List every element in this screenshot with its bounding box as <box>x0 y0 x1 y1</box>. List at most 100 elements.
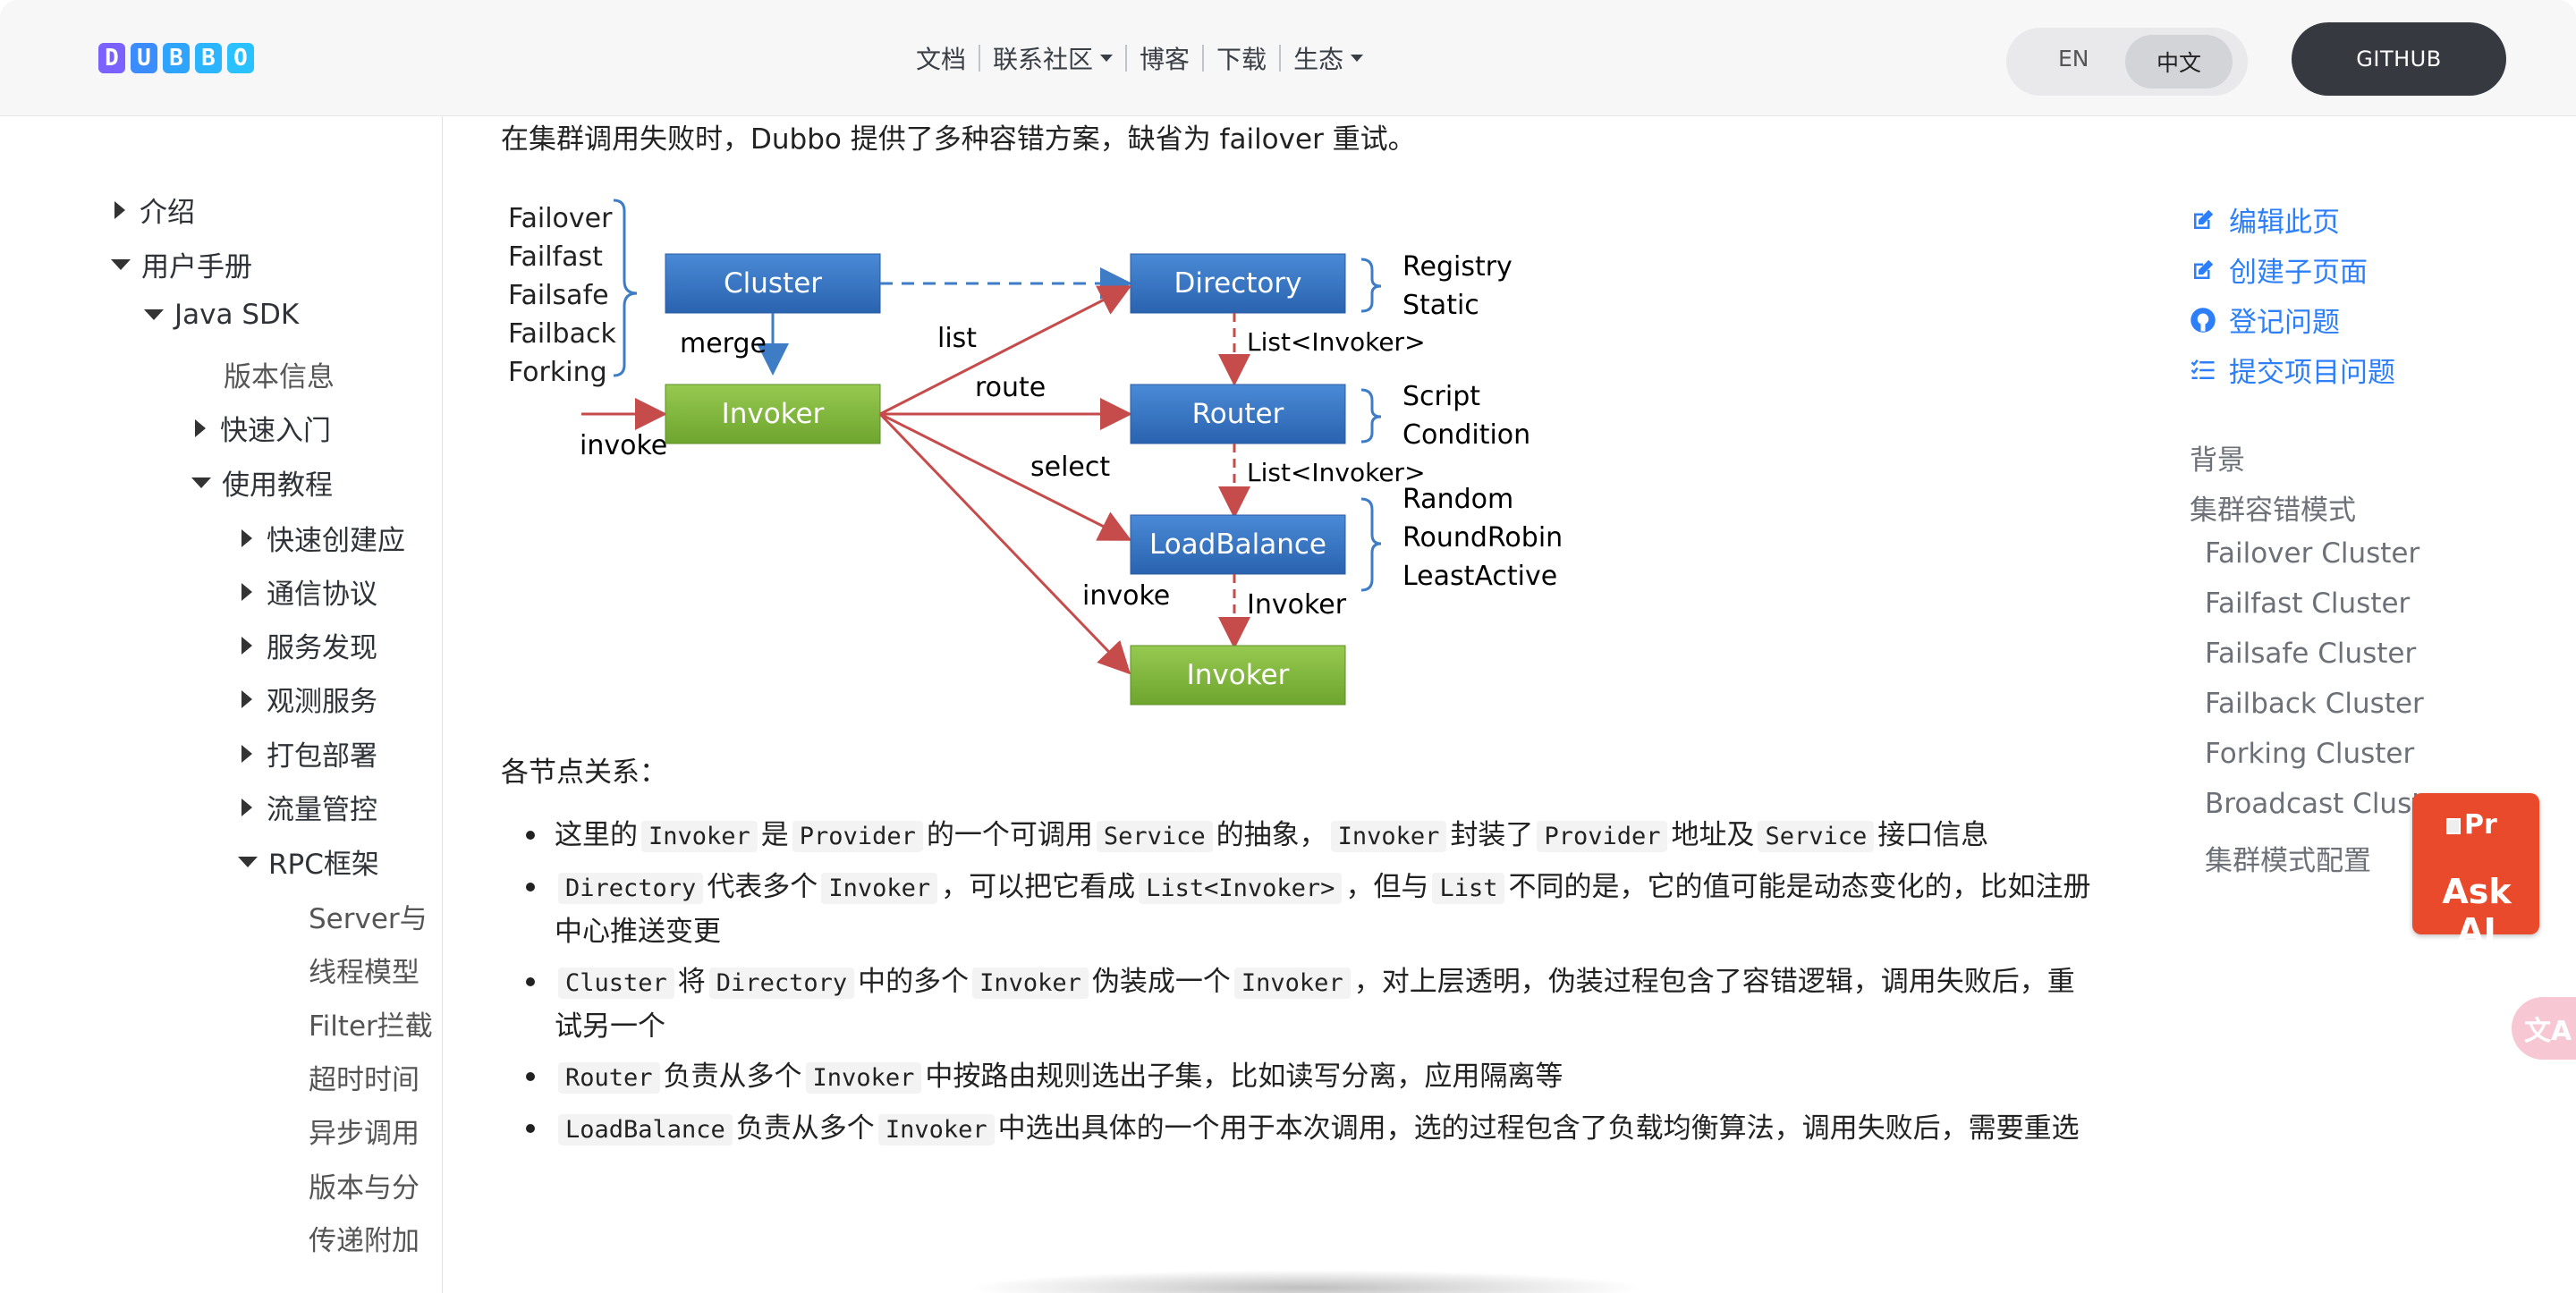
nav-item-label: 联系社区 <box>993 45 1094 74</box>
lang-en-button[interactable]: EN <box>2058 46 2089 72</box>
sidebar-item[interactable]: 超时时间 <box>309 1057 419 1097</box>
sidebar-item[interactable]: 快速入门 <box>195 408 331 448</box>
sidebar-item[interactable]: Java SDK <box>144 299 299 331</box>
toc-link[interactable]: Failover Cluster <box>2205 537 2419 570</box>
sidebar-item[interactable]: 流量管控 <box>242 787 377 827</box>
sidebar-item-label: 传递附加 <box>309 1225 419 1257</box>
list-text: 中按路由规则选出子集，比如读写分离，应用隔离等 <box>925 1061 1563 1093</box>
ask-ai-button[interactable]: Pr Ask AI <box>2412 793 2539 951</box>
mode-forking: Forking <box>508 357 607 388</box>
top-navbar: DUBBO 文档 联系社区 博客 下载 生态 EN 中文 GITHUB <box>0 0 2576 116</box>
logo-letter: O <box>227 43 254 73</box>
toc-action[interactable]: 登记问题 <box>2190 300 2340 340</box>
sidebar-item[interactable]: RPC框架 <box>238 841 379 882</box>
toc-link[interactable]: Failfast Cluster <box>2205 587 2410 620</box>
inline-code: Invoker <box>641 821 758 852</box>
list-text: 代表多个 <box>707 871 818 903</box>
sidebar-item-label: 超时时间 <box>309 1064 419 1096</box>
list-item: 这里的 Invoker 是 Provider 的一个可调用 Service 的抽象， Invo… <box>526 814 2093 858</box>
list-text: 封装了 <box>1450 819 1534 851</box>
list-text: ，但与 <box>1345 871 1429 903</box>
nav-item[interactable]: 下载 <box>1204 40 1279 76</box>
inline-code: Directory <box>708 968 855 999</box>
nav-item[interactable]: 博客 <box>1127 40 1202 76</box>
mode-failover: Failover <box>508 203 613 234</box>
sidebar-fade <box>0 1280 442 1293</box>
svg-text:Registry: Registry <box>1402 251 1513 283</box>
toc-action-label: 登记问题 <box>2229 307 2340 339</box>
toc-link[interactable]: Forking Cluster <box>2205 738 2414 770</box>
list-item: Directory 代表多个 Invoker ，可以把它看成 List<Invoker>… <box>526 866 2093 953</box>
cluster-diagram: Failover Failfast Failsafe Failback Fork… <box>508 199 1563 706</box>
dubbo-logo[interactable]: DUBBO <box>98 43 254 75</box>
toc-action[interactable]: 提交项目问题 <box>2190 350 2395 390</box>
lang-zh-button[interactable]: 中文 <box>2125 35 2233 89</box>
sidebar-item[interactable]: 线程模型 <box>309 950 419 990</box>
chevron-down-icon <box>111 258 131 270</box>
sidebar-item-label: RPC框架 <box>268 849 379 881</box>
toc-action[interactable]: 创建子页面 <box>2190 249 2368 290</box>
sidebar-item-label: 流量管控 <box>267 794 377 826</box>
nav-item[interactable]: 文档 <box>903 40 979 76</box>
svg-text:Router: Router <box>1192 398 1284 430</box>
toc-link[interactable]: 集群容错模式 <box>2190 487 2356 528</box>
toc-link[interactable]: 集群模式配置 <box>2205 838 2371 878</box>
sidebar-item[interactable]: 观测服务 <box>242 679 377 719</box>
sidebar-item[interactable]: 用户手册 <box>111 244 252 284</box>
inline-code: Provider <box>1537 821 1668 852</box>
sidebar-item[interactable]: 通信协议 <box>242 571 377 612</box>
sidebar-item-label: 打包部署 <box>267 740 377 773</box>
sidebar-item[interactable]: 异步调用 <box>309 1111 419 1151</box>
github-icon <box>2190 307 2216 334</box>
svg-text:List<Invoker>: List<Invoker> <box>1247 327 1426 357</box>
sidebar-item[interactable]: 介绍 <box>114 190 195 230</box>
svg-text:List<Invoker>: List<Invoker> <box>1247 458 1426 487</box>
list-text: 将 <box>677 966 706 998</box>
toc-link[interactable]: Failback Cluster <box>2205 688 2424 720</box>
translate-icon[interactable]: 文A <box>2512 997 2576 1060</box>
chevron-right-icon <box>114 200 125 219</box>
toc-link[interactable]: Broadcast Cluste <box>2205 788 2439 820</box>
sidebar-item-label: 快速入门 <box>220 415 331 447</box>
sidebar-item[interactable]: 版本与分 <box>309 1165 419 1205</box>
list-text: 的抽象， <box>1216 819 1327 851</box>
nav-item[interactable]: 生态 <box>1281 40 1376 76</box>
toc-link[interactable]: Failsafe Cluster <box>2205 638 2416 670</box>
svg-text:Invoker: Invoker <box>1187 659 1290 691</box>
inline-code: Directory <box>558 873 704 904</box>
sidebar-item-label: 用户手册 <box>141 251 252 283</box>
inline-code: Invoker <box>821 873 938 904</box>
mode-failsafe: Failsafe <box>508 280 609 311</box>
svg-text:Random: Random <box>1402 484 1513 515</box>
sidebar-item[interactable]: 使用教程 <box>191 462 333 503</box>
edit-icon <box>2190 207 2216 233</box>
sidebar-item[interactable]: Filter拦截 <box>309 1003 433 1044</box>
chevron-right-icon <box>242 582 252 601</box>
sidebar-item[interactable]: 服务发现 <box>242 625 377 665</box>
sidebar-item-label: Java SDK <box>174 299 300 331</box>
toc-action-label: 编辑此页 <box>2229 207 2340 239</box>
sidebar-item[interactable]: 传递附加 <box>309 1218 419 1258</box>
github-button[interactable]: GITHUB <box>2292 22 2506 96</box>
inline-code: Invoker <box>972 968 1089 999</box>
nav-item-label: 生态 <box>1293 45 1344 74</box>
sidebar-item[interactable]: 快速创建应 <box>242 518 405 558</box>
ask-ai-label: Ask AI <box>2442 872 2512 951</box>
svg-text:invoke: invoke <box>1082 580 1170 612</box>
toc-link[interactable]: 背景 <box>2190 437 2245 477</box>
sidebar-item[interactable]: 打包部署 <box>242 733 377 773</box>
chevron-right-icon <box>195 418 206 437</box>
nav-item[interactable]: 联系社区 <box>980 40 1125 76</box>
sidebar-item[interactable]: Server与 <box>309 896 428 936</box>
toc-action[interactable]: 编辑此页 <box>2190 199 2340 240</box>
modes-brace <box>613 199 638 377</box>
bottom-shadow <box>966 1270 1646 1293</box>
list-text: 是 <box>760 819 789 851</box>
page: DUBBO 文档 联系社区 博客 下载 生态 EN 中文 GITHUB 介绍用户手册 Ja… <box>0 0 2576 1293</box>
list-text: 负责从多个 <box>663 1061 802 1093</box>
svg-text:Cluster: Cluster <box>724 267 822 300</box>
sidebar-item[interactable]: 版本信息 <box>224 354 335 394</box>
logo-letter: D <box>98 43 125 73</box>
nav-item-label: 文档 <box>916 45 967 74</box>
sidebar-item-label: 版本信息 <box>224 361 335 393</box>
